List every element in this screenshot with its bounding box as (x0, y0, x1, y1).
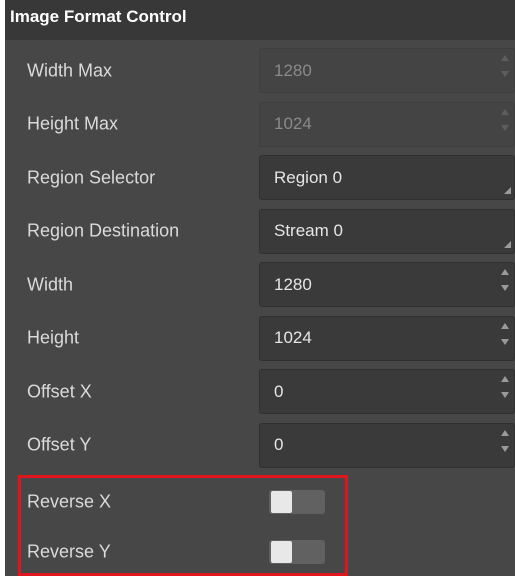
width-input[interactable]: 1280 (259, 262, 515, 307)
width-max-field: 1280 (259, 48, 515, 93)
width-spinner[interactable] (500, 269, 510, 301)
row-width: Width 1280 (5, 258, 515, 312)
toggle-knob (271, 490, 292, 513)
height-max-label: Height Max (27, 113, 119, 134)
width-max-spinner (500, 55, 510, 87)
triangle-up-icon[interactable] (501, 429, 509, 436)
panel-title: Image Format Control (5, 0, 515, 40)
offset-x-value: 0 (274, 381, 284, 401)
offset-x-spinner[interactable] (500, 376, 510, 408)
dropdown-corner-icon (504, 187, 511, 194)
reverse-x-toggle[interactable] (269, 489, 325, 514)
triangle-up-icon[interactable] (501, 269, 509, 275)
triangle-down-icon[interactable] (501, 338, 509, 345)
row-width-max: Width Max 1280 (5, 44, 515, 98)
height-spinner[interactable] (500, 322, 510, 355)
triangle-up-icon[interactable] (501, 376, 509, 382)
row-offset-x: Offset X 0 (5, 365, 515, 419)
height-max-value: 1024 (274, 114, 312, 133)
width-value: 1280 (274, 274, 312, 294)
reverse-y-toggle[interactable] (269, 539, 325, 564)
width-max-label: Width Max (27, 60, 113, 81)
triangle-down-icon (501, 71, 509, 77)
offset-x-input[interactable]: 0 (259, 369, 515, 414)
row-region-destination: Region Destination Stream 0 (5, 205, 515, 259)
triangle-down-icon[interactable] (501, 285, 509, 291)
image-format-control-panel: Image Format Control Width Max 1280 Heig… (5, 0, 515, 576)
offset-y-value: 0 (274, 435, 284, 454)
row-reverse-y: Reverse Y (5, 525, 515, 576)
region-destination-label: Region Destination (27, 220, 180, 241)
region-selector-value: Region 0 (274, 167, 343, 187)
offset-y-label: Offset Y (27, 434, 92, 455)
row-height-max: Height Max 1024 (5, 98, 515, 152)
dropdown-corner-icon (504, 240, 511, 248)
region-selector-dropdown[interactable]: Region 0 (259, 155, 515, 200)
row-reverse-x: Reverse X (5, 475, 515, 529)
height-value: 1024 (274, 328, 312, 347)
offset-x-label: Offset X (27, 381, 92, 402)
height-max-spinner (500, 108, 510, 141)
row-region-selector: Region Selector Region 0 (5, 151, 515, 205)
triangle-up-icon (501, 108, 509, 115)
triangle-down-icon (501, 124, 509, 131)
region-selector-label: Region Selector (27, 167, 156, 188)
width-label: Width (27, 274, 74, 295)
row-offset-y: Offset Y 0 (5, 419, 515, 473)
reverse-x-label: Reverse X (27, 491, 112, 512)
height-input[interactable]: 1024 (259, 315, 515, 361)
region-destination-dropdown[interactable]: Stream 0 (259, 208, 515, 254)
region-destination-value: Stream 0 (274, 221, 343, 240)
height-max-field: 1024 (259, 101, 515, 147)
row-height: Height 1024 (5, 312, 515, 366)
offset-y-input[interactable]: 0 (259, 422, 515, 468)
triangle-down-icon[interactable] (501, 445, 509, 452)
width-max-value: 1280 (274, 60, 312, 80)
toggle-knob (271, 540, 292, 563)
offset-y-spinner[interactable] (500, 429, 510, 462)
height-label: Height (27, 327, 80, 348)
triangle-up-icon (501, 55, 509, 61)
triangle-down-icon[interactable] (501, 392, 509, 398)
reverse-y-label: Reverse Y (27, 541, 111, 562)
triangle-up-icon[interactable] (501, 322, 509, 329)
